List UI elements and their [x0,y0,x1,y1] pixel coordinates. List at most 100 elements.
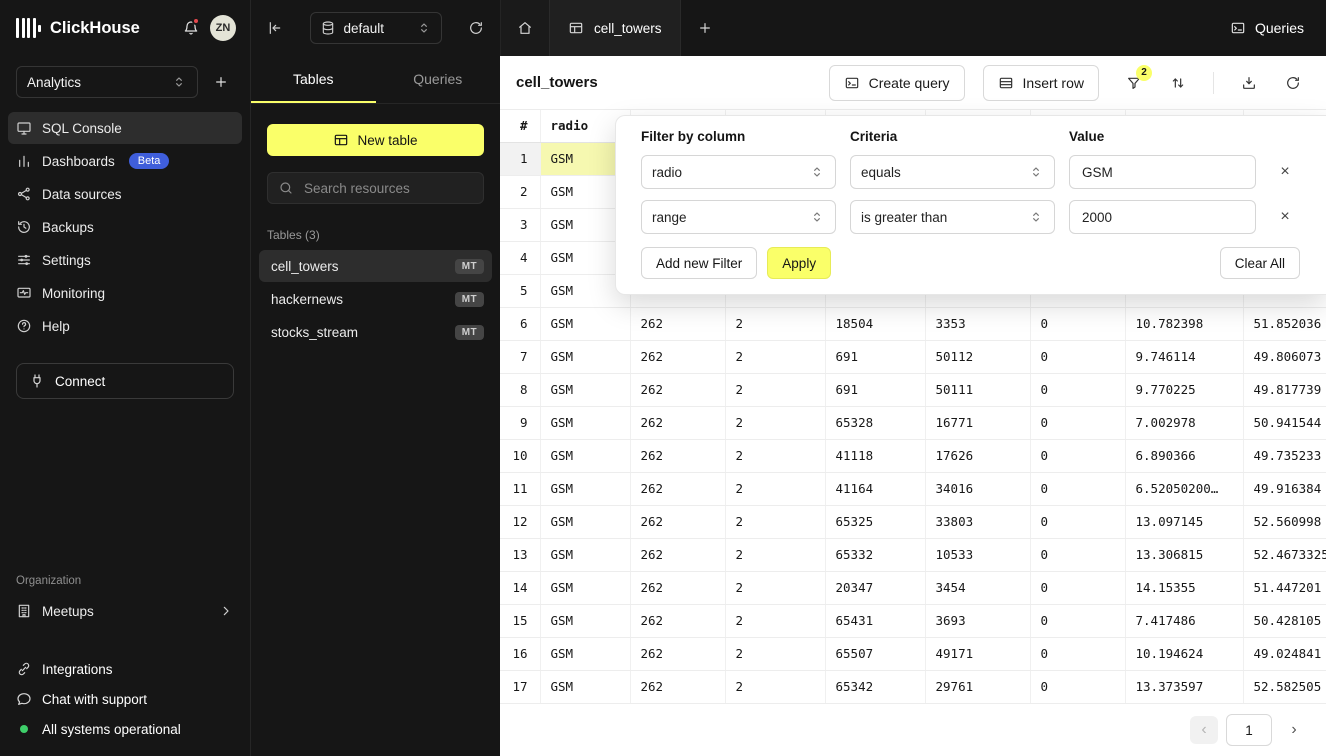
add-workspace-button[interactable] [208,69,234,95]
table-cell[interactable]: 2 [725,472,825,505]
table-row[interactable]: 13GSM26226533210533013.30681552.4673325 [500,538,1326,571]
table-cell[interactable]: 50111 [925,373,1030,406]
sidebar-item-help[interactable]: Help [8,310,242,342]
table-cell[interactable]: 65328 [825,406,925,439]
table-cell[interactable]: 0 [1030,439,1125,472]
filter-criteria-select[interactable]: equals [850,155,1055,189]
table-cell[interactable]: 65431 [825,604,925,637]
table-cell[interactable]: 262 [630,340,725,373]
table-cell[interactable]: 6.52050200… [1125,472,1243,505]
table-cell[interactable]: GSM [540,439,630,472]
table-list-item-hackernews[interactable]: hackernews MT [259,283,492,315]
table-cell[interactable]: 2 [725,373,825,406]
filter-criteria-select[interactable]: is greater than [850,200,1055,234]
table-row[interactable]: 15GSM262265431369307.41748650.428105 [500,604,1326,637]
avatar[interactable]: ZN [210,15,236,41]
page-number[interactable]: 1 [1226,714,1272,746]
sidebar-item-dashboards[interactable]: Dashboards Beta [8,145,242,177]
table-cell[interactable]: 0 [1030,340,1125,373]
table-cell[interactable]: 51.852036 [1243,307,1326,340]
table-cell[interactable]: 41118 [825,439,925,472]
table-cell[interactable]: 262 [630,538,725,571]
table-cell[interactable]: 10533 [925,538,1030,571]
table-cell[interactable]: 20347 [825,571,925,604]
notifications-bell-icon[interactable] [183,20,199,36]
table-cell[interactable]: 2 [725,505,825,538]
table-cell[interactable]: 13.306815 [1125,538,1243,571]
table-cell[interactable]: 10.194624 [1125,637,1243,670]
table-cell[interactable]: 49.817739 [1243,373,1326,406]
table-cell[interactable]: 7.002978 [1125,406,1243,439]
table-cell[interactable]: GSM [540,538,630,571]
table-row[interactable]: 17GSM26226534229761013.37359752.582505 [500,670,1326,703]
table-cell[interactable]: 33803 [925,505,1030,538]
table-cell[interactable]: 49.024841 [1243,637,1326,670]
table-cell[interactable]: GSM [540,472,630,505]
table-row[interactable]: 10GSM2622411181762606.89036649.735233 [500,439,1326,472]
filter-column-select[interactable]: radio [641,155,836,189]
table-cell[interactable]: 262 [630,373,725,406]
table-cell[interactable]: 65325 [825,505,925,538]
queries-button[interactable]: Queries [1230,20,1304,36]
search-input[interactable] [302,180,473,197]
table-cell[interactable]: 65332 [825,538,925,571]
add-new-filter-button[interactable]: Add new Filter [641,247,757,279]
sidebar-item-settings[interactable]: Settings [8,244,242,276]
table-cell[interactable]: 262 [630,571,725,604]
table-cell[interactable]: 7.417486 [1125,604,1243,637]
tab-cell-towers[interactable]: cell_towers [549,0,681,56]
sidebar-item-meetups[interactable]: Meetups [8,595,242,627]
table-cell[interactable]: 49.916384 [1243,472,1326,505]
table-cell[interactable]: 16771 [925,406,1030,439]
table-cell[interactable]: 49.806073 [1243,340,1326,373]
table-cell[interactable]: 2 [725,670,825,703]
table-cell[interactable]: 2 [725,307,825,340]
table-cell[interactable]: 50.428105 [1243,604,1326,637]
tab-home[interactable] [501,0,549,56]
table-cell[interactable]: 2 [725,439,825,472]
table-row[interactable]: 11GSM2622411643401606.52050200…49.916384 [500,472,1326,505]
table-cell[interactable]: 2 [725,538,825,571]
sort-button[interactable] [1161,66,1195,100]
table-cell[interactable]: 262 [630,637,725,670]
table-cell[interactable]: 41164 [825,472,925,505]
table-cell[interactable]: 13.373597 [1125,670,1243,703]
table-cell[interactable]: 29761 [925,670,1030,703]
table-cell[interactable]: 14.15355 [1125,571,1243,604]
tab-queries[interactable]: Queries [376,56,501,103]
table-cell[interactable]: 0 [1030,670,1125,703]
table-cell[interactable]: GSM [540,307,630,340]
clear-all-button[interactable]: Clear All [1220,247,1300,279]
table-cell[interactable]: 6.890366 [1125,439,1243,472]
table-cell[interactable]: 49171 [925,637,1030,670]
refresh-resources-button[interactable] [468,20,484,36]
table-cell[interactable]: GSM [540,373,630,406]
new-table-button[interactable]: New table [267,124,484,156]
table-cell[interactable]: 50.941544 [1243,406,1326,439]
system-status-link[interactable]: All systems operational [8,714,242,744]
table-cell[interactable]: 9.770225 [1125,373,1243,406]
table-cell[interactable]: GSM [540,670,630,703]
table-cell[interactable]: 2 [725,406,825,439]
table-cell[interactable]: 0 [1030,505,1125,538]
integrations-link[interactable]: Integrations [8,654,242,684]
table-cell[interactable]: 2 [725,571,825,604]
table-cell[interactable]: GSM [540,571,630,604]
remove-filter-button[interactable]: × [1280,164,1289,180]
table-row[interactable]: 16GSM26226550749171010.19462449.024841 [500,637,1326,670]
table-cell[interactable]: 2 [725,637,825,670]
table-cell[interactable]: 18504 [825,307,925,340]
table-row[interactable]: 14GSM2622203473454014.1535551.447201 [500,571,1326,604]
table-list-item-stocks-stream[interactable]: stocks_stream MT [259,316,492,348]
next-page-button[interactable]: › [1280,716,1308,744]
table-cell[interactable]: GSM [540,637,630,670]
connect-button[interactable]: Connect [16,363,234,399]
table-cell[interactable]: 262 [630,670,725,703]
table-cell[interactable]: 52.560998 [1243,505,1326,538]
table-cell[interactable]: GSM [540,406,630,439]
chat-with-support-link[interactable]: Chat with support [8,684,242,714]
filter-button[interactable]: 2 [1117,66,1151,100]
download-button[interactable] [1232,66,1266,100]
table-cell[interactable]: 262 [630,505,725,538]
table-cell[interactable]: 0 [1030,571,1125,604]
